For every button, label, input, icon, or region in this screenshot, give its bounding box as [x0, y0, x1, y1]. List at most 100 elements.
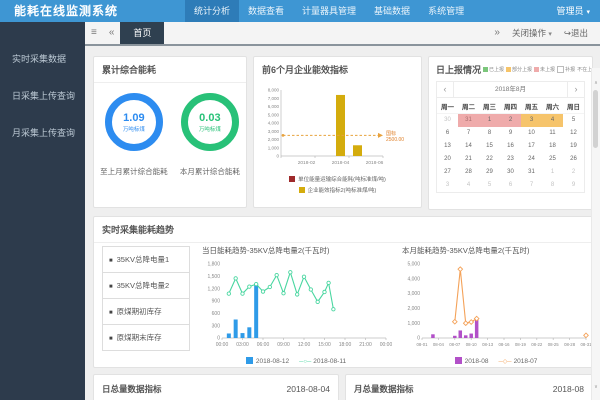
close-operations-menu[interactable]: 关闭操作 ▾: [506, 27, 558, 39]
svg-text:1,000: 1,000: [407, 321, 420, 327]
calendar-day[interactable]: 8: [479, 127, 500, 140]
topnav-item-0[interactable]: 统计分析: [185, 0, 240, 22]
meter-item-2[interactable]: ■ 原煤期初库存: [102, 298, 190, 325]
legend-marker: ─◇─: [498, 359, 512, 365]
tabs-scroll-left-icon[interactable]: «: [103, 22, 121, 44]
calendar-day[interactable]: 26: [563, 153, 584, 166]
calendar-day[interactable]: 5: [479, 179, 500, 192]
svg-text:1,000: 1,000: [267, 145, 279, 150]
calendar-day[interactable]: 4: [458, 179, 479, 192]
svg-text:12:00: 12:00: [298, 342, 311, 348]
svg-text:0: 0: [276, 154, 279, 159]
sidebar-item-2[interactable]: 月采集上传查询: [0, 116, 85, 149]
calendar-day[interactable]: 4: [542, 114, 563, 127]
calendar-day[interactable]: 30: [437, 114, 458, 127]
meter-item-1[interactable]: ■ 35KV总降电量2: [102, 272, 190, 299]
meter-item-0[interactable]: ■ 35KV总降电量1: [102, 246, 190, 273]
calendar-day[interactable]: 17: [521, 140, 542, 153]
exit-button[interactable]: ↪退出: [558, 27, 594, 39]
tab-home[interactable]: 首页: [120, 22, 165, 44]
scrollbar-thumb[interactable]: [593, 90, 598, 148]
svg-text:09:00: 09:00: [277, 342, 290, 348]
indicator-bar-chart: 0 1,000 2,000 3,000 4,000 5,000 6,000 7,000 8,00…: [267, 88, 404, 166]
chart-legend-item[interactable]: ─○─ 2018-08-11: [299, 358, 346, 365]
calendar-day[interactable]: 29: [479, 166, 500, 179]
scroll-down-icon[interactable]: ∨: [592, 384, 600, 390]
calendar-day[interactable]: 12: [563, 127, 584, 140]
calendar-day[interactable]: 3: [437, 179, 458, 192]
calendar-day[interactable]: 14: [458, 140, 479, 153]
svg-text:15:00: 15:00: [318, 342, 331, 348]
chart-legend-item[interactable]: 2018-08: [454, 357, 488, 365]
calendar-day[interactable]: 7: [458, 127, 479, 140]
svg-text:21:00: 21:00: [359, 342, 372, 348]
calendar-day[interactable]: 28: [458, 166, 479, 179]
meter-item-3[interactable]: ■ 原煤期末库存: [102, 324, 190, 351]
topnav-item-1[interactable]: 数据查看: [239, 0, 293, 22]
calendar-day[interactable]: 13: [437, 140, 458, 153]
chart-legend-item[interactable]: 企业能效指标2(吨标准煤/吨): [254, 186, 421, 194]
calendar-day[interactable]: 11: [542, 127, 563, 140]
calendar-day[interactable]: 31: [521, 166, 542, 179]
calendar-day[interactable]: 23: [500, 153, 521, 166]
calendar-day[interactable]: 15: [479, 140, 500, 153]
calendar-day[interactable]: 30: [500, 166, 521, 179]
report-card-header: 日上报情况 已上报部分上报未上报补报不在上报期间: [429, 57, 592, 80]
card-cumulative-energy: 累计综合能耗 1.09 万吨标煤 至上月累计综合能耗 0.03 万吨标煤 本月累…: [93, 56, 247, 208]
calendar-day[interactable]: 9: [563, 179, 584, 192]
calendar-day[interactable]: 3: [521, 114, 542, 127]
svg-text:7,000: 7,000: [267, 96, 279, 101]
calendar-day[interactable]: 19: [563, 140, 584, 153]
calendar-day[interactable]: 27: [437, 166, 458, 179]
menu-toggle-icon[interactable]: ≡: [85, 22, 103, 44]
dashboard-content: 累计综合能耗 1.09 万吨标煤 至上月累计综合能耗 0.03 万吨标煤 本月累…: [85, 46, 600, 400]
calendar-day[interactable]: 1: [542, 166, 563, 179]
svg-text:08-28: 08-28: [564, 342, 576, 347]
svg-text:3,000: 3,000: [267, 129, 279, 134]
topnav-item-3[interactable]: 基础数据: [365, 0, 419, 22]
calendar-prev-icon[interactable]: ‹: [437, 82, 453, 97]
calendar-day[interactable]: 22: [479, 153, 500, 166]
calendar-day[interactable]: 18: [542, 140, 563, 153]
calendar-day-header: 周六: [542, 98, 563, 114]
calendar-day[interactable]: 10: [521, 127, 542, 140]
scroll-up-icon[interactable]: ∧: [592, 80, 600, 86]
svg-text:8,000: 8,000: [267, 88, 279, 93]
chevron-down-icon: ▾: [586, 9, 590, 16]
chart-legend-item[interactable]: 单位能量运输综合能耗(吨标准煤/吨): [254, 175, 421, 183]
calendar-day[interactable]: 9: [500, 127, 521, 140]
topnav-item-2[interactable]: 计量器具管理: [293, 0, 365, 22]
calendar-day[interactable]: 16: [500, 140, 521, 153]
sidebar-item-0[interactable]: 实时采集数据: [0, 42, 85, 75]
svg-text:2018-06: 2018-06: [365, 160, 383, 166]
meter-square-icon: ■: [109, 310, 113, 316]
user-menu[interactable]: 管理员 ▾: [556, 0, 590, 24]
calendar-day[interactable]: 20: [437, 153, 458, 166]
panel-header[interactable]: 月总量数据指标 2018-08: [346, 375, 592, 400]
calendar-day[interactable]: 8: [542, 179, 563, 192]
sidebar-item-1[interactable]: 日采集上传查询: [0, 79, 85, 112]
calendar-day[interactable]: 31: [458, 114, 479, 127]
status-swatch: [483, 67, 489, 72]
calendar-day-header: 周三: [479, 98, 500, 114]
chart-legend-item[interactable]: 2018-08-12: [245, 357, 289, 365]
svg-text:300: 300: [212, 323, 221, 329]
calendar-day[interactable]: 7: [521, 179, 542, 192]
calendar-day[interactable]: 21: [458, 153, 479, 166]
topnav-item-4[interactable]: 系统管理: [419, 0, 473, 22]
chart-legend-item[interactable]: ─◇─ 2018-07: [498, 358, 537, 365]
calendar-day[interactable]: 25: [542, 153, 563, 166]
calendar-day[interactable]: 5: [563, 114, 584, 127]
calendar-day[interactable]: 2: [563, 166, 584, 179]
calendar-day[interactable]: 6: [437, 127, 458, 140]
calendar-day[interactable]: 6: [500, 179, 521, 192]
tabs-scroll-right-icon[interactable]: »: [488, 22, 506, 44]
calendar-day[interactable]: 24: [521, 153, 542, 166]
calendar-day[interactable]: 1: [479, 114, 500, 127]
gauges-row: 1.09 万吨标煤 至上月累计综合能耗 0.03 万吨标煤 本月累计综合能耗: [94, 83, 246, 177]
panel-header[interactable]: 日总量数据指标 2018-08-04: [94, 375, 338, 400]
calendar-next-icon[interactable]: ›: [568, 82, 584, 97]
svg-text:08-16: 08-16: [499, 342, 511, 347]
calendar-day[interactable]: 2: [500, 114, 521, 127]
page-scrollbar[interactable]: ∧ ∨: [591, 68, 600, 400]
